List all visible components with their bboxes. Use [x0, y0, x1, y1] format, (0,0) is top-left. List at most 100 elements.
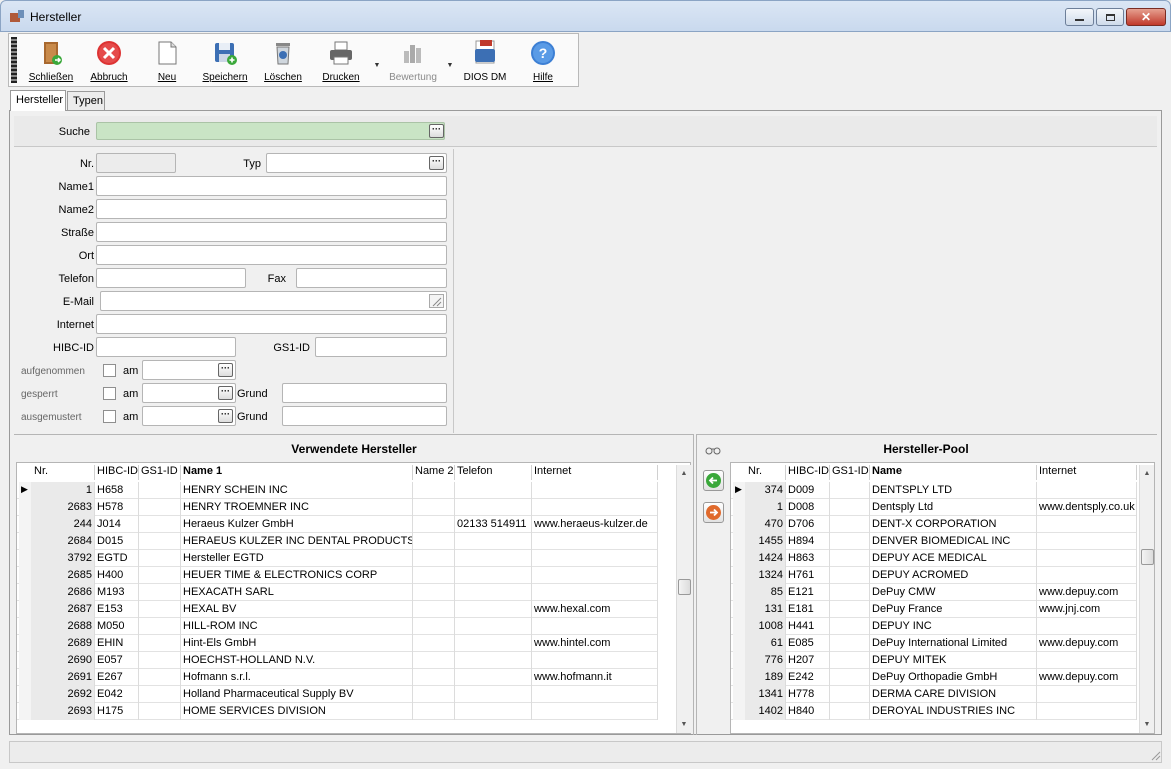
- row-selector[interactable]: [733, 499, 745, 516]
- column-header[interactable]: GS1-ID: [139, 465, 181, 480]
- name2-field[interactable]: [96, 199, 447, 219]
- table-row[interactable]: 1402 H840 DEROYAL INDUSTRIES INC: [731, 703, 1137, 720]
- column-header[interactable]: Nr.: [745, 465, 786, 480]
- table-row[interactable]: 2689 EHIN Hint-Els GmbH www.hintel.com: [17, 635, 658, 652]
- scroll-up-icon[interactable]: ▲: [677, 470, 691, 477]
- email-send-button[interactable]: [429, 294, 444, 308]
- minimize-button[interactable]: [1065, 8, 1094, 26]
- table-row[interactable]: 470 D706 DENT-X CORPORATION: [731, 516, 1137, 533]
- print-button[interactable]: Drucken: [313, 36, 369, 86]
- row-selector[interactable]: [19, 618, 31, 635]
- table-row[interactable]: 2688 M050 HILL-ROM INC: [17, 618, 658, 635]
- table-row[interactable]: 61 E085 DePuy International Limited www.dep…: [731, 635, 1137, 652]
- table-row[interactable]: 2687 E153 HEXAL BV www.hexal.com: [17, 601, 658, 618]
- table-row[interactable]: 85 E121 DePuy CMW www.depuy.com: [731, 584, 1137, 601]
- row-selector[interactable]: [733, 703, 745, 720]
- row-selector[interactable]: [19, 516, 31, 533]
- hibc-field[interactable]: [96, 337, 236, 357]
- retired-date-button[interactable]: ···: [218, 409, 233, 423]
- row-selector[interactable]: [19, 533, 31, 550]
- gs1-field[interactable]: [315, 337, 447, 357]
- row-selector[interactable]: [733, 516, 745, 533]
- retired-checkbox[interactable]: [103, 410, 116, 423]
- table-row[interactable]: 1341 H778 DERMA CARE DIVISION: [731, 686, 1137, 703]
- row-selector[interactable]: [733, 601, 745, 618]
- table-row[interactable]: 2683 H578 HENRY TROEMNER INC: [17, 499, 658, 516]
- city-field[interactable]: [96, 245, 447, 265]
- rating-button[interactable]: Bewertung: [385, 36, 441, 86]
- right-scroll-thumb[interactable]: [1141, 549, 1154, 565]
- admitted-date-button[interactable]: ···: [218, 363, 233, 377]
- scroll-up-icon[interactable]: ▲: [1140, 470, 1154, 477]
- blocked-reason-field[interactable]: [282, 383, 447, 403]
- street-field[interactable]: [96, 222, 447, 242]
- internet-field[interactable]: [96, 314, 447, 334]
- table-row[interactable]: 2685 H400 HEUER TIME & ELECTRONICS CORP: [17, 567, 658, 584]
- current-row-indicator[interactable]: [19, 482, 31, 499]
- tab-typen[interactable]: Typen: [67, 91, 105, 110]
- maximize-button[interactable]: [1096, 8, 1124, 26]
- table-row[interactable]: 131 E181 DePuy France www.jnj.com: [731, 601, 1137, 618]
- table-row[interactable]: 1008 H441 DEPUY INC: [731, 618, 1137, 635]
- table-row[interactable]: 1455 H894 DENVER BIOMEDICAL INC: [731, 533, 1137, 550]
- resize-grip-icon[interactable]: [1150, 750, 1162, 762]
- table-row[interactable]: 1424 H863 DEPUY ACE MEDICAL: [731, 550, 1137, 567]
- left-scroll-thumb[interactable]: [678, 579, 691, 595]
- row-selector[interactable]: [19, 584, 31, 601]
- typ-lookup-button[interactable]: ···: [429, 156, 444, 170]
- table-row[interactable]: 1324 H761 DEPUY ACROMED: [731, 567, 1137, 584]
- row-selector[interactable]: [19, 703, 31, 720]
- row-selector[interactable]: [19, 652, 31, 669]
- retired-reason-field[interactable]: [282, 406, 447, 426]
- delete-button[interactable]: Löschen: [255, 36, 311, 86]
- table-row[interactable]: 2686 M193 HEXACATH SARL: [17, 584, 658, 601]
- help-button[interactable]: ? Hilfe: [515, 36, 571, 86]
- rating-dropdown-arrow[interactable]: ▼: [446, 62, 454, 69]
- column-header[interactable]: Nr.: [31, 465, 95, 480]
- column-header[interactable]: HIBC-ID: [786, 465, 830, 480]
- row-selector[interactable]: [19, 635, 31, 652]
- fax-field[interactable]: [296, 268, 447, 288]
- table-row[interactable]: 1H658 HENRY SCHEIN INC: [17, 482, 658, 499]
- abort-button[interactable]: Abbruch: [81, 36, 137, 86]
- column-header[interactable]: Name 1: [181, 465, 413, 480]
- table-row[interactable]: 1 D008 Dentsply Ltd www.dentsply.co.uk: [731, 499, 1137, 516]
- row-selector[interactable]: [733, 686, 745, 703]
- column-header[interactable]: HIBC-ID: [95, 465, 139, 480]
- scroll-down-icon[interactable]: ▼: [677, 721, 691, 728]
- blocked-checkbox[interactable]: [103, 387, 116, 400]
- blocked-date-button[interactable]: ···: [218, 386, 233, 400]
- row-selector[interactable]: [733, 635, 745, 652]
- table-row[interactable]: 3792 EGTD Hersteller EGTD: [17, 550, 658, 567]
- scroll-down-icon[interactable]: ▼: [1140, 721, 1154, 728]
- title-bar[interactable]: [0, 0, 1171, 32]
- phone-field[interactable]: [96, 268, 246, 288]
- table-row[interactable]: 776 H207 DEPUY MITEK: [731, 652, 1137, 669]
- row-selector[interactable]: [19, 601, 31, 618]
- table-row[interactable]: 244 J014 Heraeus Kulzer GmbH 02133 514911 ww…: [17, 516, 658, 533]
- right-grid-scrollbar[interactable]: ▲ ▼: [1139, 465, 1154, 733]
- admitted-checkbox[interactable]: [103, 364, 116, 377]
- save-button[interactable]: Speichern: [197, 36, 253, 86]
- row-selector[interactable]: [733, 567, 745, 584]
- tab-hersteller[interactable]: Hersteller: [10, 90, 66, 111]
- print-dropdown-arrow[interactable]: ▼: [373, 62, 381, 69]
- table-row[interactable]: 2690 E057 HOECHST-HOLLAND N.V.: [17, 652, 658, 669]
- name1-field[interactable]: [96, 176, 447, 196]
- search-lookup-button[interactable]: ···: [429, 124, 444, 138]
- binoculars-icon[interactable]: [705, 444, 721, 456]
- row-selector[interactable]: [733, 550, 745, 567]
- column-header[interactable]: Internet: [1037, 465, 1137, 480]
- typ-field[interactable]: [266, 153, 447, 173]
- table-row[interactable]: 2684 D015 HERAEUS KULZER INC DENTAL PRODUC…: [17, 533, 658, 550]
- row-selector[interactable]: [733, 669, 745, 686]
- row-selector[interactable]: [733, 584, 745, 601]
- table-row[interactable]: 2692 E042 Holland Pharmaceutical Supply BV: [17, 686, 658, 703]
- search-input[interactable]: [96, 122, 445, 140]
- close-button[interactable]: Schließen: [23, 36, 79, 86]
- close-window-button[interactable]: ✕: [1126, 8, 1166, 26]
- email-field[interactable]: [100, 291, 447, 311]
- row-selector[interactable]: [733, 652, 745, 669]
- column-header[interactable]: Name: [870, 465, 1037, 480]
- table-row[interactable]: 374D009 DENTSPLY LTD: [731, 482, 1137, 499]
